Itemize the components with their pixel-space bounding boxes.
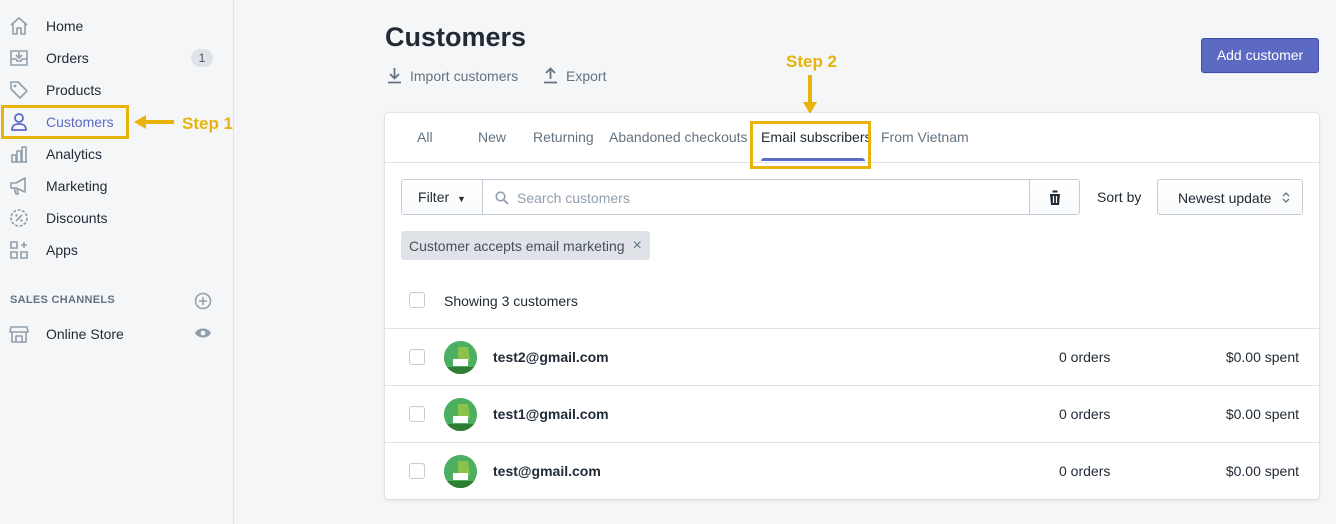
page-title: Customers <box>385 22 527 52</box>
applied-filter-label: Customer accepts email marketing <box>409 237 625 254</box>
step1-label: Step 1 <box>182 114 234 133</box>
step2-label: Step 2 <box>786 52 838 71</box>
sidebar: Home Orders 1 Products Customers Analyti… <box>0 0 234 524</box>
step1-highlight-box <box>1 105 129 139</box>
trash-icon <box>1048 190 1062 205</box>
sidebar-item-orders[interactable]: Orders 1 <box>0 42 234 74</box>
customer-orders: 0 orders <box>1059 463 1111 479</box>
sidebar-item-marketing[interactable]: Marketing <box>0 170 234 202</box>
megaphone-icon <box>10 177 26 195</box>
applied-filter-tag: Customer accepts email marketing × <box>401 231 650 260</box>
sidebar-item-label: Discounts <box>46 210 108 226</box>
customers-card: All New Returning Abandoned checkouts Em… <box>385 113 1319 499</box>
orders-count-badge: 1 <box>191 49 213 67</box>
tab-returning[interactable]: Returning <box>533 129 594 145</box>
sidebar-item-home[interactable]: Home <box>0 10 234 42</box>
sidebar-item-analytics[interactable]: Analytics <box>0 138 234 170</box>
sidebar-item-label: Apps <box>46 242 78 258</box>
customer-spent: $0.00 spent <box>1225 349 1299 365</box>
sort-by-label: Sort by <box>1097 189 1142 205</box>
orders-icon <box>10 50 28 66</box>
export-label: Export <box>566 67 607 84</box>
step1-arrow-icon <box>134 115 174 129</box>
caret-down-icon: ▼ <box>457 194 466 204</box>
import-label: Import customers <box>410 67 519 84</box>
search-placeholder: Search customers <box>517 190 630 206</box>
customer-count-summary: Showing 3 customers <box>444 293 578 309</box>
customer-orders: 0 orders <box>1059 349 1111 365</box>
tab-new[interactable]: New <box>478 129 506 145</box>
add-customer-button[interactable]: Add customer <box>1201 38 1319 73</box>
avatar <box>444 455 477 488</box>
sort-select[interactable]: Newest update <box>1157 179 1303 215</box>
sidebar-item-discounts[interactable]: Discounts <box>0 202 234 234</box>
sidebar-item-label: Online Store <box>46 326 124 342</box>
export-link[interactable]: Export <box>543 67 606 84</box>
customer-email: test2@gmail.com <box>493 349 609 365</box>
sidebar-item-apps[interactable]: Apps <box>0 234 234 266</box>
store-icon <box>9 326 29 343</box>
row-checkbox[interactable] <box>409 406 425 422</box>
sidebar-item-products[interactable]: Products <box>0 74 234 106</box>
sidebar-item-label: Analytics <box>46 146 103 162</box>
sales-channels-heading: SALES CHANNELS <box>10 294 116 306</box>
table-row[interactable]: test2@gmail.com 0 orders $0.00 spent <box>385 328 1319 385</box>
filter-label: Filter <box>418 189 450 205</box>
delete-saved-search-button[interactable] <box>1029 179 1080 215</box>
export-icon <box>544 67 557 84</box>
customer-orders: 0 orders <box>1059 406 1111 422</box>
step2-arrow-icon <box>803 75 817 114</box>
remove-filter-icon[interactable]: × <box>633 237 642 255</box>
customer-spent: $0.00 spent <box>1225 406 1299 422</box>
select-all-checkbox[interactable] <box>409 292 425 308</box>
table-row[interactable]: test1@gmail.com 0 orders $0.00 spent <box>385 385 1319 442</box>
sidebar-item-label: Home <box>46 18 84 34</box>
sidebar-item-label: Marketing <box>46 178 108 194</box>
sidebar-item-label: Products <box>46 82 102 98</box>
filter-button[interactable]: Filter ▼ <box>401 179 483 215</box>
select-arrows-icon <box>1282 192 1290 203</box>
sort-value: Newest update <box>1178 190 1272 206</box>
avatar <box>444 341 477 374</box>
tab-abandoned-checkouts[interactable]: Abandoned checkouts <box>609 129 748 145</box>
search-input[interactable]: Search customers <box>482 179 1030 215</box>
customer-email: test1@gmail.com <box>493 406 609 422</box>
step2-highlight-box <box>750 121 871 169</box>
customer-email: test@gmail.com <box>493 463 601 479</box>
table-row[interactable]: test@gmail.com 0 orders $0.00 spent <box>385 442 1319 499</box>
tag-icon <box>10 81 28 99</box>
tab-from-vietnam[interactable]: From Vietnam <box>881 129 969 145</box>
avatar <box>444 398 477 431</box>
row-checkbox[interactable] <box>409 463 425 479</box>
sidebar-item-label: Orders <box>46 50 89 66</box>
customer-spent: $0.00 spent <box>1225 463 1299 479</box>
bar-chart-icon <box>11 146 27 163</box>
import-customers-link[interactable]: Import customers <box>387 67 518 84</box>
search-icon <box>495 191 509 205</box>
import-icon <box>388 68 401 84</box>
discount-icon <box>10 209 28 227</box>
tab-all[interactable]: All <box>417 129 433 145</box>
home-icon <box>10 17 28 35</box>
apps-icon <box>10 241 28 259</box>
row-checkbox[interactable] <box>409 349 425 365</box>
add-channel-icon[interactable] <box>194 292 212 310</box>
eye-icon[interactable] <box>194 326 212 340</box>
